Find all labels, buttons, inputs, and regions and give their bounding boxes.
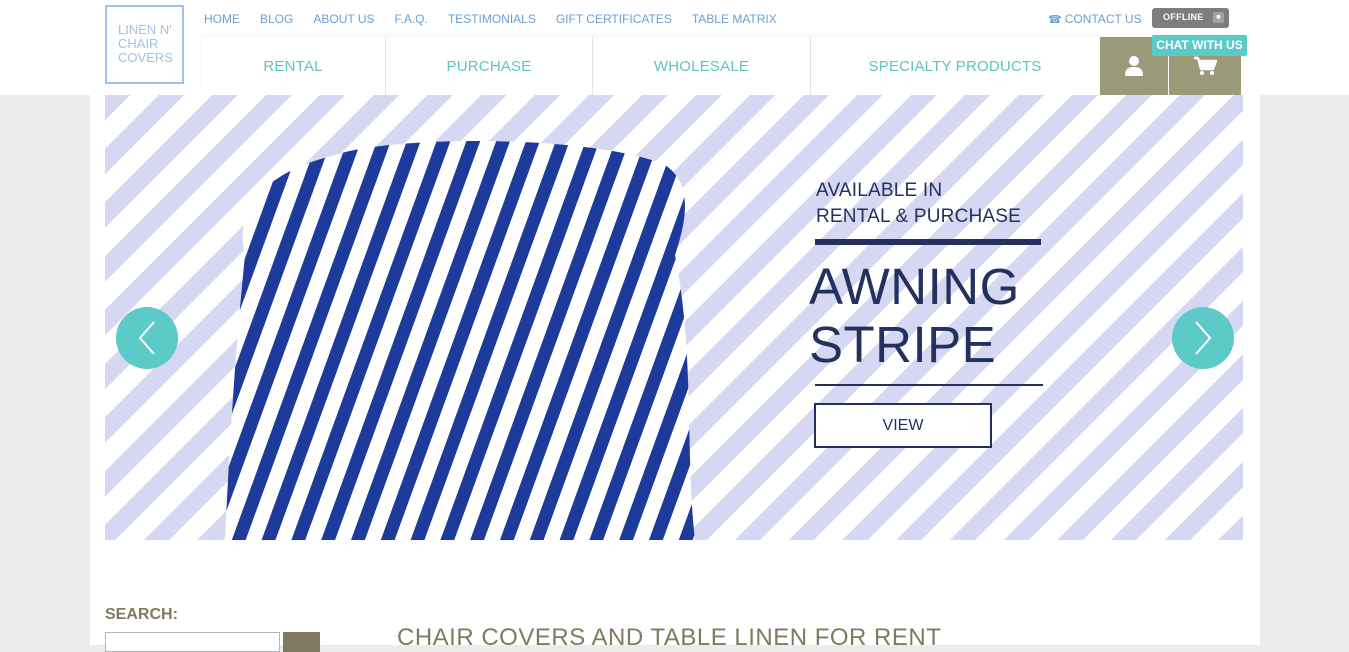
headline-line-2: STRIPE: [809, 316, 997, 373]
logo-line-3: COVERS: [118, 50, 173, 65]
logo-line-2: CHAIR: [118, 36, 159, 51]
user-icon: [1125, 56, 1143, 76]
hero-availability: AVAILABLE IN RENTAL & PURCHASE: [816, 178, 1021, 230]
nav-wholesale[interactable]: WHOLESALE: [593, 37, 811, 95]
contact-us-label: CONTACT US: [1064, 12, 1142, 26]
chat-status-label: OFFLINE: [1163, 12, 1204, 22]
phone-icon: ☎: [1048, 14, 1062, 26]
site-logo[interactable]: LINEN N' CHAIR COVERS: [105, 5, 184, 84]
search-button[interactable]: [283, 632, 320, 652]
slider-next-button[interactable]: [1172, 307, 1234, 369]
hero-headline: AWNING STRIPE: [809, 258, 1020, 374]
chevron-right-icon: [1195, 321, 1212, 355]
topnav-faq[interactable]: F.A.Q.: [384, 11, 437, 27]
lock-icon: ■: [1213, 12, 1224, 23]
section-title: CHAIR COVERS AND TABLE LINEN FOR RENT: [397, 624, 942, 651]
nav-purchase[interactable]: PURCHASE: [386, 37, 593, 95]
availability-line-1: AVAILABLE IN: [816, 180, 943, 201]
topnav-gift-certificates[interactable]: GIFT CERTIFICATES: [546, 11, 682, 27]
search-input[interactable]: [105, 632, 280, 652]
striped-tablecloth-image: [225, 141, 695, 540]
topnav-testimonials[interactable]: TESTIMONIALS: [438, 11, 546, 27]
topnav-blog[interactable]: BLOG: [250, 11, 303, 27]
chevron-left-icon: [138, 321, 155, 355]
nav-rental[interactable]: RENTAL: [201, 37, 386, 95]
site-header: LINEN N' CHAIR COVERS HOME BLOG ABOUT US…: [0, 0, 1349, 95]
main-nav: RENTAL PURCHASE WHOLESALE SPECIALTY PROD…: [201, 37, 1099, 95]
hero-slider[interactable]: [105, 95, 1243, 540]
chat-with-us-button[interactable]: CHAT WITH US: [1152, 35, 1247, 56]
top-nav: HOME BLOG ABOUT US F.A.Q. TESTIMONIALS G…: [194, 11, 787, 27]
availability-line-2: RENTAL & PURCHASE: [816, 206, 1022, 227]
divider-thin: [815, 384, 1043, 386]
hero-view-button[interactable]: VIEW: [814, 403, 992, 448]
slider-prev-button[interactable]: [116, 307, 178, 369]
divider-thick: [815, 239, 1041, 245]
search-label: SEARCH:: [105, 606, 178, 623]
topnav-home[interactable]: HOME: [194, 11, 250, 27]
nav-specialty-products[interactable]: SPECIALTY PRODUCTS: [811, 37, 1099, 95]
chat-status-badge[interactable]: OFFLINE ■: [1152, 8, 1229, 28]
cart-icon: [1194, 56, 1217, 75]
topnav-about-us[interactable]: ABOUT US: [303, 11, 384, 27]
topnav-table-matrix[interactable]: TABLE MATRIX: [682, 11, 787, 27]
contact-us-link[interactable]: ☎ CONTACT US: [1048, 11, 1142, 28]
logo-line-1: LINEN N': [118, 22, 172, 37]
headline-line-1: AWNING: [809, 258, 1020, 315]
